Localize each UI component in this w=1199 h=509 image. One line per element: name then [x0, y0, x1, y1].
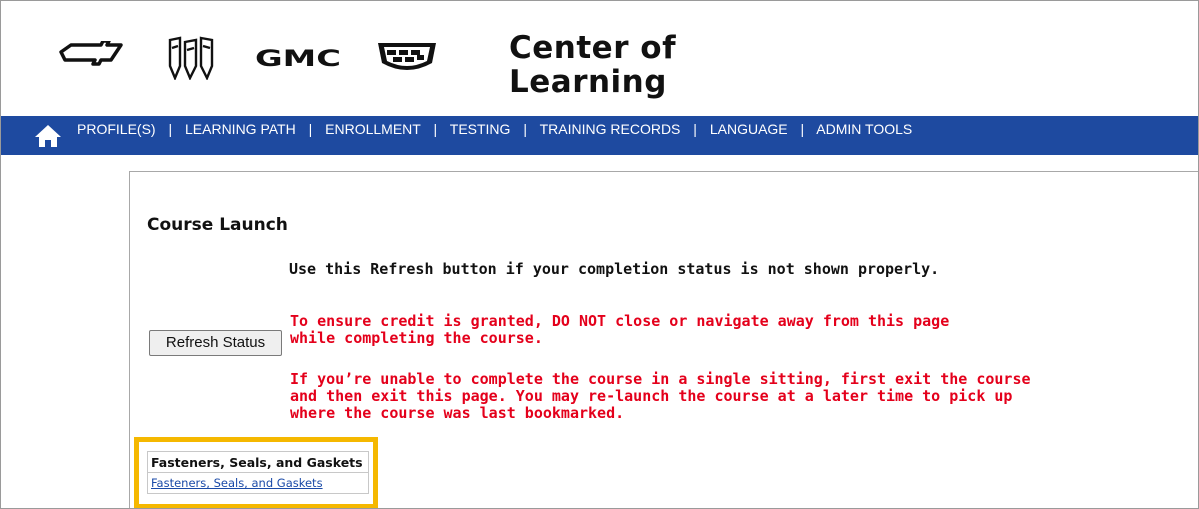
main-navigation: PROFILE(S) | LEARNING PATH | ENROLLMENT … [1, 116, 1198, 155]
table-header-row: Fasteners, Seals, and Gaskets [147, 451, 369, 473]
credit-warning-line-2: while completing the course. [290, 329, 543, 347]
home-icon[interactable] [34, 124, 62, 148]
nav-separator: | [308, 121, 313, 137]
buick-logo [168, 36, 214, 80]
credit-warning-line-1: To ensure credit is granted, DO NOT clos… [290, 312, 950, 330]
nav-separator: | [693, 121, 697, 137]
site-title-line-1: Center of [509, 30, 677, 66]
nav-item-enrollment[interactable]: ENROLLMENT [325, 121, 420, 137]
site-title-line-2: Learning [509, 64, 667, 100]
exit-warning-line-2: and then exit this page. You may re-laun… [290, 387, 1013, 405]
site-header: GMC Center of Learning [1, 1, 1198, 116]
course-table-cell: Fasteners, Seals, and Gaskets [147, 472, 369, 494]
nav-separator: | [433, 121, 438, 137]
nav-item-testing[interactable]: TESTING [450, 121, 511, 137]
nav-item-language[interactable]: LANGUAGE [710, 121, 788, 137]
browser-frame: GMC Center of Learning PROFILE(S) | LEAR… [0, 0, 1199, 509]
nav-separator: | [523, 121, 527, 137]
nav-separator: | [168, 121, 173, 137]
exit-warning-line-3: where the course was last bookmarked. [290, 404, 625, 422]
nav-item-profiles[interactable]: PROFILE(S) [77, 121, 156, 137]
gmc-logo: GMC [255, 47, 341, 71]
course-launch-link[interactable]: Fasteners, Seals, and Gaskets [151, 476, 323, 490]
refresh-status-button[interactable]: Refresh Status [149, 330, 282, 356]
nav-separator: | [800, 121, 805, 137]
nav-menu: PROFILE(S) | LEARNING PATH | ENROLLMENT … [77, 121, 912, 137]
credit-warning: To ensure credit is granted, DO NOT clos… [290, 313, 949, 347]
exit-warning: If you’re unable to complete the course … [290, 371, 1031, 422]
chevrolet-logo [59, 41, 123, 66]
course-table: Fasteners, Seals, and Gaskets Fasteners,… [147, 451, 369, 494]
cadillac-logo [378, 43, 436, 70]
nav-item-learning-path[interactable]: LEARNING PATH [185, 121, 296, 137]
nav-item-training-records[interactable]: TRAINING RECORDS [540, 121, 681, 137]
exit-warning-line-1: If you’re unable to complete the course … [290, 370, 1031, 388]
table-row: Fasteners, Seals, and Gaskets [147, 472, 369, 494]
gmc-logo-text: GMC [255, 47, 341, 71]
course-table-header: Fasteners, Seals, and Gaskets [147, 451, 369, 473]
page-title: Course Launch [147, 215, 288, 235]
nav-item-admin-tools[interactable]: ADMIN TOOLS [816, 121, 912, 137]
site-title: Center of Learning [509, 31, 676, 99]
refresh-hint-text: Use this Refresh button if your completi… [289, 260, 940, 278]
